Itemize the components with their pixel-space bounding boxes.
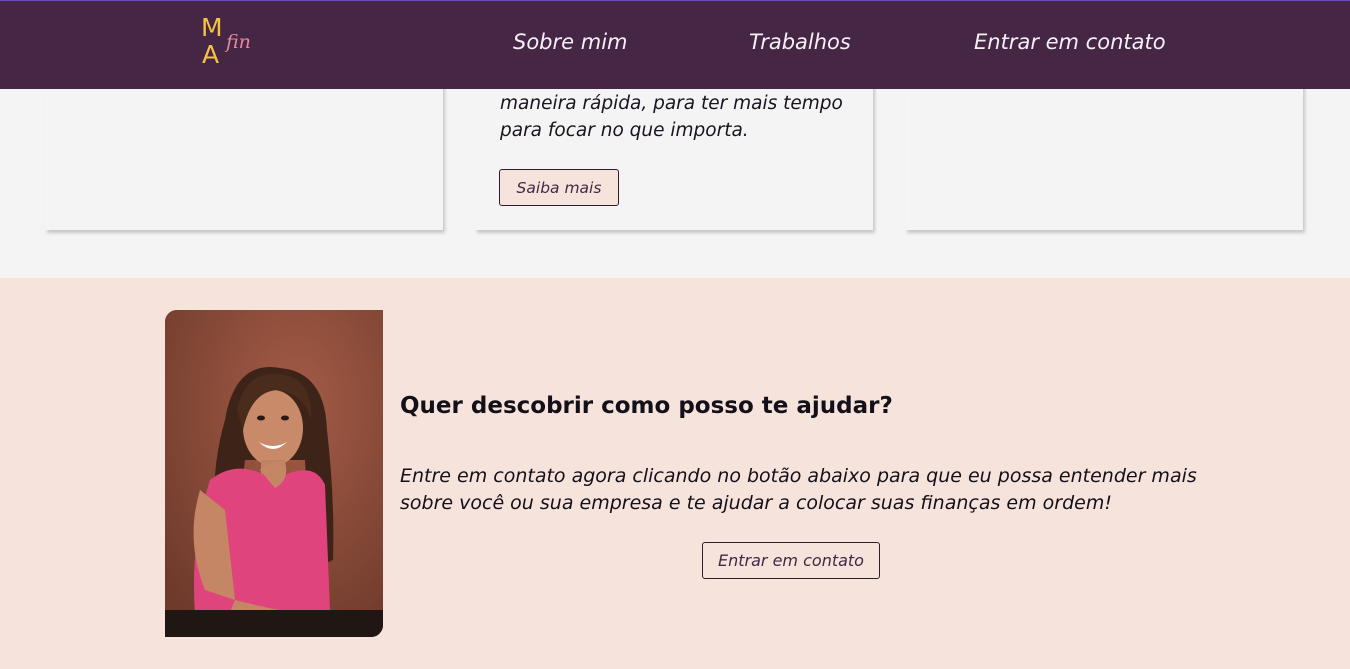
service-card-text: maneira rápida, para ter mais tempo para…	[500, 93, 843, 141]
saiba-mais-button[interactable]: Saiba mais	[499, 169, 619, 206]
nav-link-sobre-mim[interactable]: Sobre mim	[513, 30, 628, 54]
top-navbar: M A fin Sobre mim Trabalhos Entrar em co…	[0, 0, 1350, 89]
contact-section: Quer descobrir como posso te ajudar? Ent…	[0, 278, 1350, 669]
logo-letter-m: M	[201, 13, 223, 42]
contact-description: Entre em contato agora clicando no botão…	[400, 465, 1197, 514]
logo[interactable]: M A fin	[198, 13, 268, 69]
contact-title: Quer descobrir como posso te ajudar?	[400, 393, 893, 419]
nav-link-entrar-em-contato[interactable]: Entrar em contato	[974, 30, 1166, 54]
logo-letter-a: A	[202, 40, 220, 69]
logo-script: fin	[226, 31, 251, 53]
nav-link-trabalhos[interactable]: Trabalhos	[749, 30, 851, 54]
entrar-em-contato-button[interactable]: Entrar em contato	[702, 542, 880, 579]
profile-photo	[165, 310, 383, 637]
profile-photo-illustration	[165, 310, 383, 637]
